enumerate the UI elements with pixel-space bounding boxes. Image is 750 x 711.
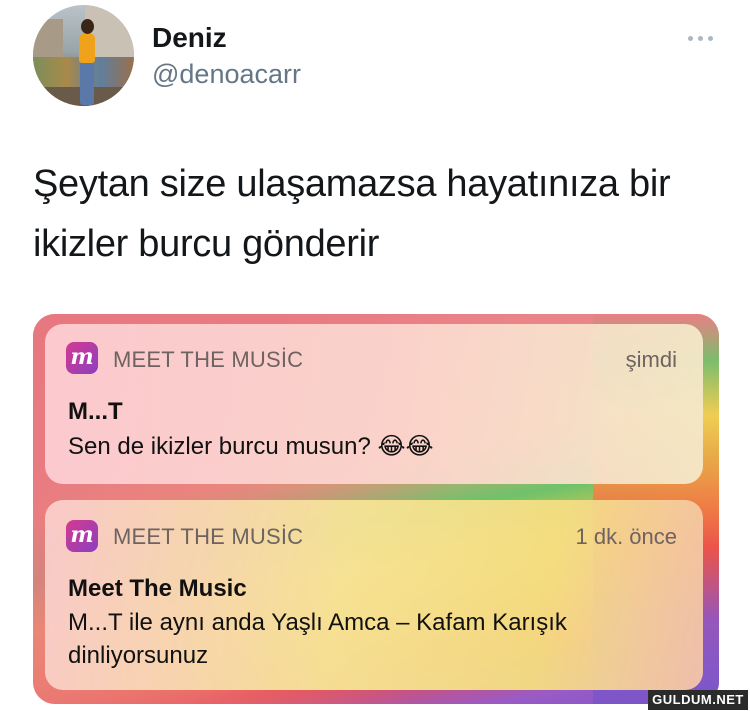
more-dot [687, 35, 693, 41]
notification-time: şimdi [625, 347, 677, 372]
meet-the-music-app-icon: m [66, 520, 98, 552]
more-horizontal-icon[interactable] [684, 30, 716, 46]
display-name[interactable]: Deniz [152, 22, 227, 54]
tweet-media-image[interactable]: m MEET THE MUSİC şimdi M...T Sen de ikiz… [33, 314, 719, 704]
more-dot [707, 35, 713, 41]
notification-body: M...T ile aynı anda Yaşlı Amca – Kafam K… [68, 609, 567, 669]
notification-time: 1 dk. önce [575, 524, 677, 549]
notification-app-name: MEET THE MUSİC [113, 347, 304, 372]
tweet-text: Şeytan size ulaşamazsa hayatınıza bir ik… [33, 163, 671, 265]
avatar-photo-person [79, 33, 95, 63]
notification-card: m MEET THE MUSİC 1 dk. önce Meet The Mus… [45, 500, 703, 690]
notification-card: m MEET THE MUSİC şimdi M...T Sen de ikiz… [45, 324, 703, 484]
tweet-avatar[interactable] [33, 5, 134, 106]
notification-title: Meet The Music [68, 575, 247, 602]
avatar-photo-person [80, 61, 94, 105]
notification-app-name: MEET THE MUSİC [113, 524, 304, 549]
user-handle[interactable]: @denoacarr [152, 59, 301, 90]
more-dot [697, 35, 703, 41]
meet-the-music-app-icon: m [66, 342, 98, 374]
notification-body: Sen de ikizler burcu musun? 😂😂 [68, 433, 434, 460]
notification-title: M...T [68, 398, 123, 425]
watermark: GULDUM.NET [648, 690, 748, 710]
avatar-photo-person [81, 19, 94, 34]
